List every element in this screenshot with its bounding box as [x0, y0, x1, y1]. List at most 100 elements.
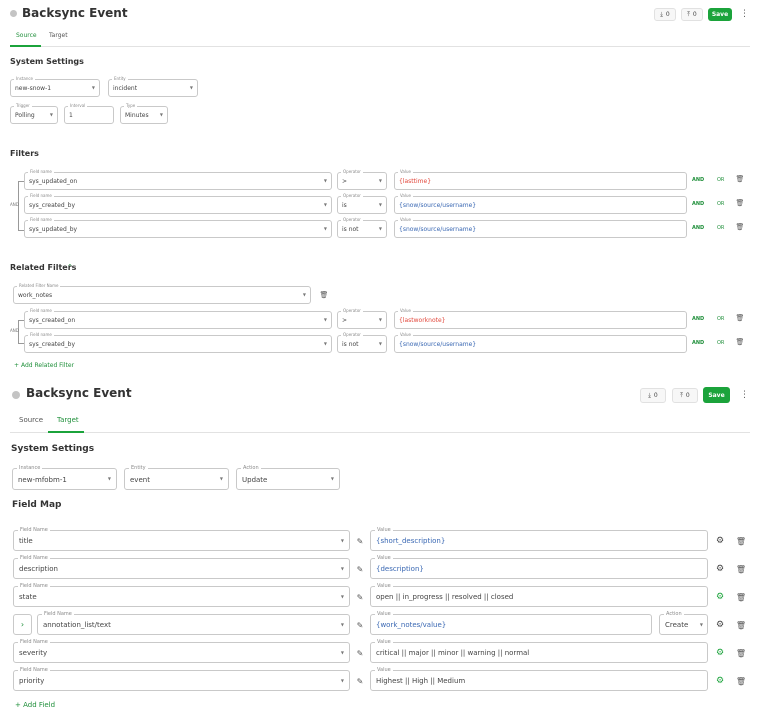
map-field-name-select[interactable]: Field Name title ▼: [13, 528, 350, 551]
trash-icon[interactable]: 🗑: [735, 535, 747, 547]
field-value: Update: [242, 476, 268, 484]
trash-icon[interactable]: 🗑: [735, 591, 747, 603]
field-value: incident: [113, 85, 138, 92]
map-value-input[interactable]: Value {work_notes/value}: [370, 612, 652, 635]
filter-field-name-select[interactable]: Field name sys_updated_by ▼: [24, 218, 332, 238]
more-icon[interactable]: ⋮: [740, 8, 749, 21]
trash-icon[interactable]: 🗑: [735, 198, 745, 208]
related-value-input[interactable]: Value {lastworknote}: [394, 309, 687, 329]
related-filter-name-select[interactable]: Related Filter Name work_notes ▼: [13, 284, 311, 304]
related-field-name-select[interactable]: Field name sys_created_by ▼: [24, 333, 332, 353]
edit-icon[interactable]: ✎: [354, 535, 366, 547]
edit-icon[interactable]: ✎: [354, 675, 366, 687]
filter-value-input[interactable]: Value {snow/source/username}: [394, 218, 687, 238]
map-value-input[interactable]: Value open || in_progress || resolved ||…: [370, 584, 708, 607]
upload-button[interactable]: ⤒ 0: [672, 388, 698, 403]
field-label: Field Name: [18, 555, 50, 561]
and-button[interactable]: AND: [692, 225, 704, 231]
instance-select[interactable]: Instance new-snow-1 ▼: [10, 77, 100, 97]
edit-icon[interactable]: ✎: [354, 619, 366, 631]
map-value-input[interactable]: Value {description}: [370, 556, 708, 579]
map-field-name-select[interactable]: Field Name severity ▼: [13, 640, 350, 663]
or-button[interactable]: OR: [717, 316, 724, 322]
filter-field-name-select[interactable]: Field name sys_created_by ▼: [24, 194, 332, 214]
entity-select[interactable]: Entity event ▼: [124, 466, 229, 490]
gear-icon[interactable]: ⚙: [714, 563, 726, 575]
tab-target[interactable]: Target: [49, 32, 68, 39]
related-operator-select[interactable]: Operator is not ▼: [337, 333, 387, 353]
trash-icon[interactable]: 🗑: [735, 313, 745, 323]
add-related-filter-button[interactable]: + Add Related Filter: [14, 362, 74, 369]
tab-target[interactable]: Target: [57, 416, 79, 424]
instance-select[interactable]: Instance new-mfobm-1 ▼: [12, 466, 117, 490]
gear-icon[interactable]: ⚙: [714, 647, 726, 659]
map-value-input[interactable]: Value critical || major || minor || warn…: [370, 640, 708, 663]
related-value-input[interactable]: Value {snow/source/username}: [394, 332, 687, 353]
filter-operator-select[interactable]: Operator is ▼: [337, 194, 387, 214]
upload-count: 0: [685, 392, 690, 399]
action-select[interactable]: Action Update ▼: [236, 466, 340, 490]
map-field-name-select[interactable]: Field Name state ▼: [13, 584, 350, 607]
or-button[interactable]: OR: [717, 177, 724, 183]
trigger-select[interactable]: Trigger Polling ▼: [10, 104, 58, 124]
download-button[interactable]: ⤓ 0: [640, 388, 666, 403]
edit-icon[interactable]: ✎: [354, 591, 366, 603]
filter-operator-select[interactable]: Operator > ▼: [337, 170, 387, 190]
filters-heading: Filters: [10, 149, 39, 158]
trash-icon[interactable]: 🗑: [735, 619, 747, 631]
tab-divider: [10, 46, 750, 47]
and-button[interactable]: AND: [692, 177, 704, 183]
or-button[interactable]: OR: [717, 225, 724, 231]
and-button[interactable]: AND: [692, 201, 704, 207]
map-field-name-select[interactable]: Field Name priority ▼: [13, 668, 350, 691]
map-field-name-select[interactable]: Field Name annotation_list/text ▼: [37, 612, 350, 635]
save-button[interactable]: Save: [708, 8, 732, 21]
or-button[interactable]: OR: [717, 201, 724, 207]
upload-button[interactable]: ⤒ 0: [681, 8, 703, 21]
map-value-input[interactable]: Value Highest || High || Medium: [370, 668, 708, 691]
chevron-up-icon[interactable]: ⌃: [67, 263, 73, 271]
related-operator-select[interactable]: Operator > ▼: [337, 309, 387, 329]
gear-icon[interactable]: ⚙: [714, 535, 726, 547]
trash-icon[interactable]: 🗑: [735, 563, 747, 575]
or-button[interactable]: OR: [717, 340, 724, 346]
entity-select[interactable]: Entity incident ▼: [108, 77, 198, 97]
save-button[interactable]: Save: [703, 387, 730, 403]
interval-input[interactable]: Interval 1: [64, 104, 114, 124]
field-value: severity: [19, 649, 48, 657]
trash-icon[interactable]: 🗑: [319, 290, 329, 300]
and-button[interactable]: AND: [692, 316, 704, 322]
trash-icon[interactable]: 🗑: [735, 647, 747, 659]
filter-field-name-select[interactable]: Field name sys_updated_on ▼: [24, 170, 332, 190]
download-button[interactable]: ⤓ 0: [654, 8, 676, 21]
field-value: new-snow-1: [15, 85, 52, 92]
edit-icon[interactable]: ✎: [354, 647, 366, 659]
filter-value-input[interactable]: Value {snow/source/username}: [394, 194, 687, 214]
trash-icon[interactable]: 🗑: [735, 337, 745, 347]
type-select[interactable]: Type Minutes ▼: [120, 104, 168, 124]
expand-button[interactable]: ›: [13, 614, 32, 635]
field-value: 1: [69, 112, 73, 119]
group-connector-label: AND: [10, 202, 19, 207]
gear-icon[interactable]: ⚙: [714, 591, 726, 603]
map-action-select[interactable]: Action Create ▼: [659, 612, 708, 635]
tab-source[interactable]: Source: [19, 416, 43, 424]
more-icon[interactable]: ⋮: [740, 388, 749, 403]
tab-source[interactable]: Source: [16, 32, 37, 39]
add-field-button[interactable]: + Add Field: [15, 701, 55, 709]
map-value-input[interactable]: Value {short_description}: [370, 528, 708, 551]
gear-icon[interactable]: ⚙: [714, 619, 726, 631]
edit-icon[interactable]: ✎: [354, 563, 366, 575]
map-field-name-select[interactable]: Field Name description ▼: [13, 555, 350, 579]
filter-operator-select[interactable]: Operator is not ▼: [337, 218, 387, 238]
related-field-name-select[interactable]: Field name sys_created_on ▼: [24, 309, 332, 329]
trash-icon[interactable]: 🗑: [735, 675, 747, 687]
gear-icon[interactable]: ⚙: [714, 675, 726, 687]
trash-icon[interactable]: 🗑: [735, 174, 745, 184]
field-label: Value: [398, 332, 413, 337]
field-map-heading: Field Map: [12, 500, 62, 510]
filter-value-input[interactable]: Value {lasttime}: [394, 170, 687, 190]
chevron-down-icon: ▼: [340, 622, 344, 627]
trash-icon[interactable]: 🗑: [735, 222, 745, 232]
and-button[interactable]: AND: [692, 340, 704, 346]
